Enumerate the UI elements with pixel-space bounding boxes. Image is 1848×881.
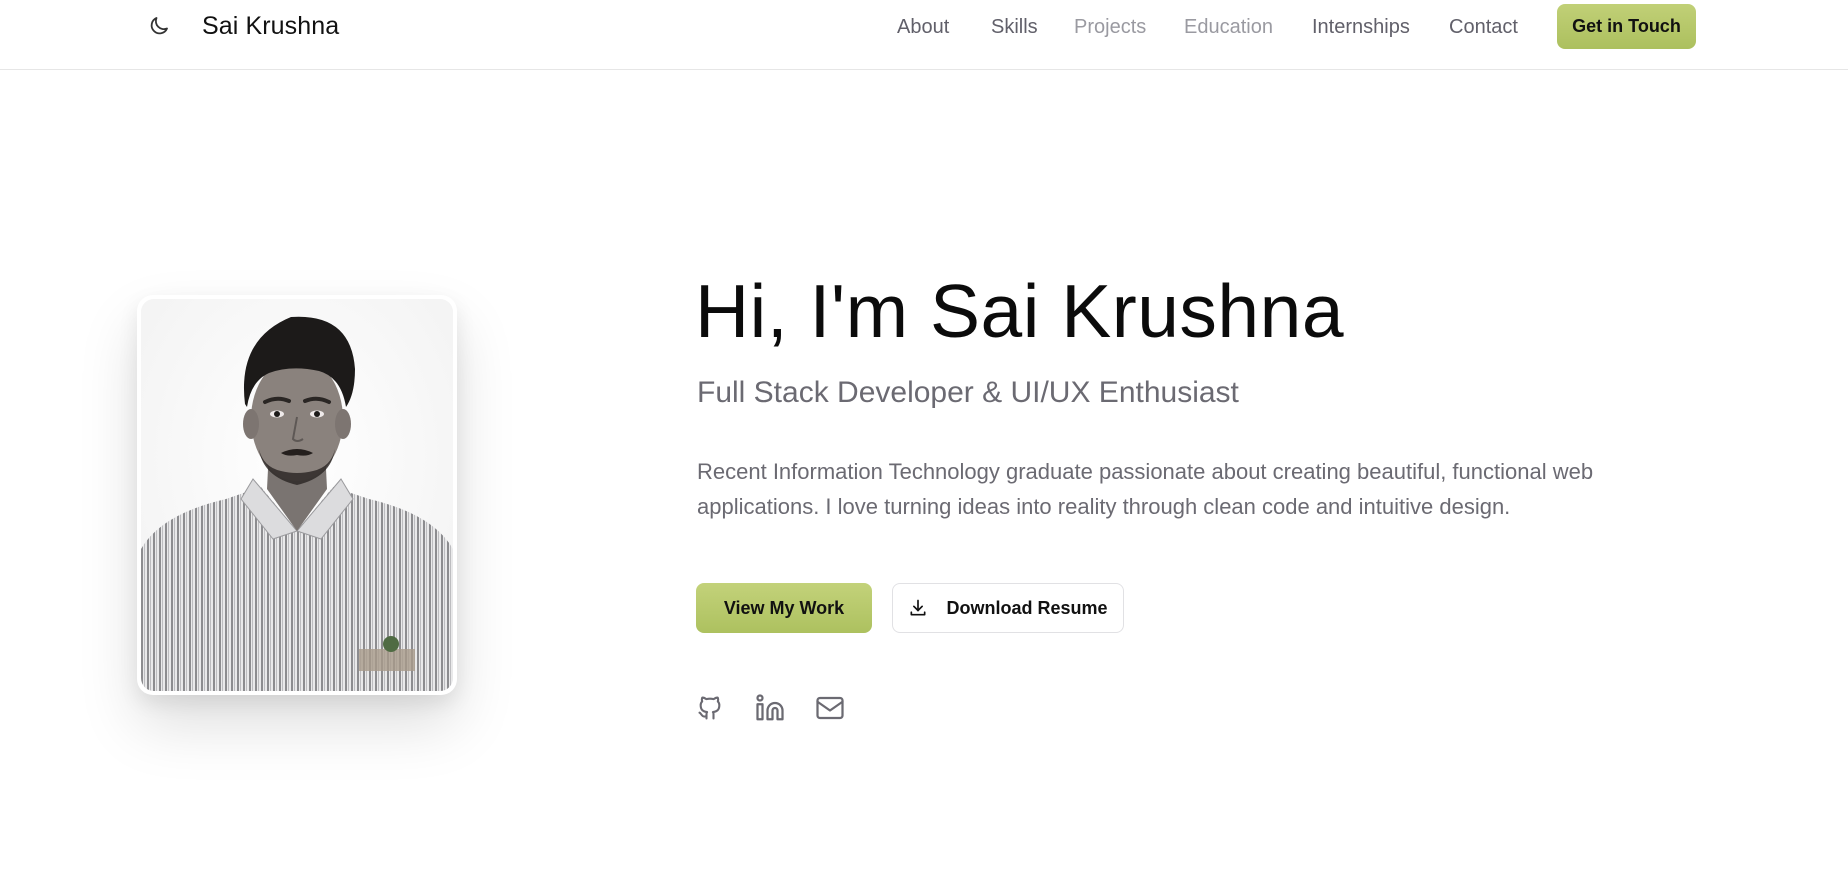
navbar: Sai Krushna About Skills Projects Educat… xyxy=(0,0,1848,70)
github-link[interactable] xyxy=(694,692,726,724)
linkedin-link[interactable] xyxy=(754,692,786,724)
view-my-work-button[interactable]: View My Work xyxy=(696,583,872,633)
nav-link-internships[interactable]: Internships xyxy=(1312,16,1410,39)
hero-title: Hi, I'm Sai Krushna xyxy=(695,269,1345,353)
profile-photo-card xyxy=(137,295,457,695)
email-link[interactable] xyxy=(814,692,846,724)
nav-link-contact[interactable]: Contact xyxy=(1449,16,1518,39)
hero-description: Recent Information Technology graduate p… xyxy=(697,459,1594,519)
download-icon xyxy=(910,599,926,616)
download-resume-button[interactable]: Download Resume xyxy=(892,583,1124,633)
nav-link-skills[interactable]: Skills xyxy=(991,16,1038,39)
download-resume-label: Download Resume xyxy=(946,597,1108,618)
nav-link-education[interactable]: Education xyxy=(1184,16,1273,39)
linkedin-icon xyxy=(756,694,784,721)
nav-link-about[interactable]: About xyxy=(897,16,949,39)
get-in-touch-button[interactable]: Get in Touch xyxy=(1557,4,1696,49)
mail-icon xyxy=(816,696,844,720)
nav-link-projects[interactable]: Projects xyxy=(1074,16,1146,39)
github-icon xyxy=(698,696,721,720)
profile-photo xyxy=(141,299,453,691)
hero-subtitle: Full Stack Developer & UI/UX Enthusiast xyxy=(697,376,1239,409)
